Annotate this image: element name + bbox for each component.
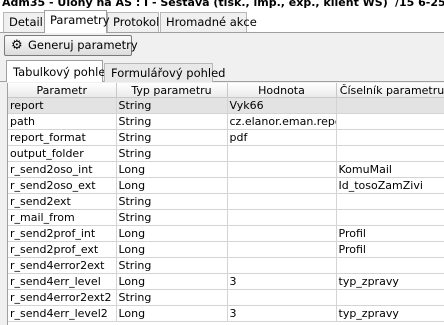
table-cell[interactable]: path [8, 113, 117, 130]
tab-table-view[interactable]: Tabulkový pohled [6, 60, 113, 82]
table-cell[interactable]: typ_zpravy [336, 305, 444, 322]
table-row[interactable]: r_send2oso_ext Long Id_tosoZamZivi [8, 177, 444, 194]
table-cell[interactable]: r_send2oso_int [8, 161, 117, 178]
parameters-table: Parametr Typ parametru Hodnota Číselník … [8, 83, 444, 322]
table-cell[interactable]: Vyk66 [227, 97, 337, 114]
tab-detail[interactable]: Detail [3, 12, 46, 32]
table-cell[interactable]: Long [116, 241, 228, 258]
table-cell[interactable]: pdf [227, 129, 337, 146]
table-cell[interactable] [336, 193, 444, 210]
table-cell[interactable]: r_send2prof_ext [8, 241, 117, 258]
generate-parameters-button[interactable]: ⚙ Generuj parametry [4, 35, 138, 56]
table-cell[interactable]: cz.elanor.eman.repo... [227, 113, 337, 130]
table-row[interactable]: r_send2prof_int Long Profil [8, 225, 444, 242]
table-cell[interactable]: 3 [227, 305, 337, 322]
table-cell[interactable]: Long [116, 161, 228, 178]
table-cell[interactable]: r_send4error2ext2 [8, 289, 117, 306]
table-cell[interactable]: r_send2prof_int [8, 225, 117, 242]
table-cell[interactable]: report_format [8, 129, 117, 146]
table-cell[interactable]: r_send4error2ext [8, 257, 117, 274]
table-cell[interactable]: Long [116, 225, 228, 242]
tab-form-view[interactable]: Formulářový pohled [104, 63, 225, 82]
tab-hromadne-akce[interactable]: Hromadné akce [160, 12, 257, 32]
table-cell[interactable]: Profil [336, 225, 444, 242]
table-cell[interactable]: String [116, 145, 228, 162]
tab-parametry[interactable]: Parametry [44, 10, 110, 33]
table-cell[interactable]: Id_tosoZamZivi [336, 177, 444, 194]
table-row[interactable]: r_send4err_level2 Long 3 typ_zpravy [8, 305, 444, 322]
window-title-bar: Adm35 - Úlohy na AS : I - Sestava (tisk.… [0, 0, 444, 9]
table-row[interactable]: report_format String pdf [8, 129, 444, 146]
table-cell[interactable]: String [116, 209, 228, 226]
table-cell[interactable]: KomuMail [336, 161, 444, 178]
table-cell[interactable]: report [8, 97, 117, 114]
gear-icon: ⚙ [11, 38, 23, 53]
table-cell[interactable]: r_send4err_level2 [8, 305, 117, 322]
table-row[interactable]: output_folder String [8, 145, 444, 162]
view-tab-bar: Tabulkový pohled Formulářový pohled [0, 60, 444, 82]
column-header-ciselnik-parametru[interactable]: Číselník parametru [336, 83, 444, 98]
table-cell[interactable]: Long [116, 177, 228, 194]
table-row[interactable]: r_mail_from String [8, 209, 444, 226]
table-cell[interactable] [336, 129, 444, 146]
table-cell[interactable] [227, 257, 337, 274]
table-cell[interactable] [336, 257, 444, 274]
tab-protokol[interactable]: Protokol [107, 12, 159, 32]
column-header-parametr[interactable]: Parametr [8, 83, 117, 98]
window-title-right: /15 6-25 [395, 0, 444, 9]
table-cell[interactable]: r_mail_from [8, 209, 117, 226]
table-cell[interactable]: String [116, 289, 228, 306]
table-cell[interactable]: r_send2ext [8, 193, 117, 210]
table-cell[interactable] [227, 161, 337, 178]
table-cell[interactable]: Long [116, 273, 228, 290]
table-cell[interactable]: String [116, 193, 228, 210]
table-row[interactable]: r_send4err_level Long 3 typ_zpravy [8, 273, 444, 290]
table-cell[interactable] [336, 209, 444, 226]
table-row[interactable]: report String Vyk66 [8, 97, 444, 114]
table-row[interactable]: pathStringcz.elanor.eman.repo... [8, 113, 444, 130]
table-cell[interactable] [227, 209, 337, 226]
window-title: Adm35 - Úlohy na AS : I - Sestava (tisk.… [2, 0, 388, 9]
table-cell[interactable] [227, 145, 337, 162]
column-header-hodnota[interactable]: Hodnota [227, 83, 337, 98]
table-cell[interactable] [336, 97, 444, 114]
table-cell[interactable] [336, 113, 444, 130]
table-cell[interactable] [336, 145, 444, 162]
table-row[interactable]: r_send4error2ext2 String [8, 289, 444, 306]
table-row[interactable]: r_send4error2ext String [8, 257, 444, 274]
table-cell[interactable]: r_send2oso_ext [8, 177, 117, 194]
generate-parameters-label: Generuj parametry [28, 38, 138, 52]
table-row[interactable]: r_send2oso_int Long KomuMail [8, 161, 444, 178]
column-header-typ-parametru[interactable]: Typ parametru [116, 83, 228, 98]
table-header-row: Parametr Typ parametru Hodnota Číselník … [8, 83, 444, 98]
table-cell[interactable]: String [116, 257, 228, 274]
parameters-panel: ⚙ Generuj parametry Tabulkový pohled For… [0, 33, 444, 325]
parameters-table-container: Parametr Typ parametru Hodnota Číselník … [7, 83, 444, 325]
table-cell[interactable] [227, 177, 337, 194]
table-cell[interactable] [227, 289, 337, 306]
table-row[interactable]: r_send2ext String [8, 193, 444, 210]
table-cell[interactable]: output_folder [8, 145, 117, 162]
table-cell[interactable]: r_send4err_level [8, 273, 117, 290]
table-cell[interactable] [227, 241, 337, 258]
table-cell[interactable]: 3 [227, 273, 337, 290]
table-cell[interactable]: Long [116, 305, 228, 322]
table-row[interactable]: r_send2prof_ext Long Profil [8, 241, 444, 258]
main-tab-bar: Detail Parametry Protokol Hromadné akce [0, 10, 444, 33]
table-cell[interactable]: typ_zpravy [336, 273, 444, 290]
table-cell[interactable]: Profil [336, 241, 444, 258]
table-cell[interactable]: String [116, 97, 228, 114]
table-cell[interactable] [227, 193, 337, 210]
table-cell[interactable] [336, 289, 444, 306]
table-cell[interactable]: String [116, 113, 228, 130]
table-cell[interactable] [227, 225, 337, 242]
table-cell[interactable]: String [116, 129, 228, 146]
